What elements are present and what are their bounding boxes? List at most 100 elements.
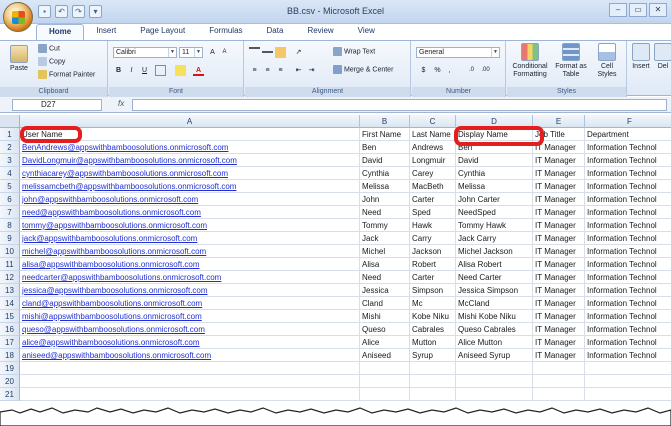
table-cell[interactable]: Information Technol xyxy=(585,336,671,349)
borders-icon[interactable] xyxy=(155,65,166,76)
maximize-button[interactable]: ▭ xyxy=(629,3,647,17)
email-link-cell[interactable]: melissamcbeth@appswithbamboosolutions.on… xyxy=(20,180,360,193)
table-cell[interactable]: Alice xyxy=(360,336,410,349)
font-color-icon[interactable]: A xyxy=(193,65,204,76)
table-cell[interactable] xyxy=(585,388,671,401)
orientation-icon[interactable]: ↗ xyxy=(293,47,304,58)
table-cell[interactable]: Mishi Kobe Niku xyxy=(456,310,533,323)
table-cell[interactable] xyxy=(20,375,360,388)
number-format-select[interactable]: General ▼ xyxy=(416,47,500,58)
table-cell[interactable]: Jessica xyxy=(360,284,410,297)
table-cell[interactable]: Sped xyxy=(410,206,456,219)
header-cell[interactable]: User Name xyxy=(20,128,360,141)
table-cell[interactable]: Information Technol xyxy=(585,297,671,310)
row-header[interactable]: 5 xyxy=(0,180,20,193)
tab-home[interactable]: Home xyxy=(36,24,85,40)
table-cell[interactable]: Jack xyxy=(360,232,410,245)
table-cell[interactable]: IT Manager xyxy=(533,219,585,232)
table-cell[interactable]: Ben xyxy=(360,141,410,154)
table-cell[interactable]: Information Technol xyxy=(585,258,671,271)
table-cell[interactable]: David xyxy=(360,154,410,167)
column-header-c[interactable]: C xyxy=(410,115,456,128)
table-cell[interactable]: Information Technol xyxy=(585,219,671,232)
tab-page-layout[interactable]: Page Layout xyxy=(128,24,197,40)
table-cell[interactable]: Information Technol xyxy=(585,206,671,219)
table-cell[interactable]: John Carter xyxy=(456,193,533,206)
table-cell[interactable]: Tommy Hawk xyxy=(456,219,533,232)
table-cell[interactable]: Need xyxy=(360,271,410,284)
table-cell[interactable]: IT Manager xyxy=(533,323,585,336)
header-cell[interactable]: First Name xyxy=(360,128,410,141)
row-header[interactable]: 10 xyxy=(0,245,20,258)
row-header[interactable]: 21 xyxy=(0,388,20,401)
table-cell[interactable]: Andrews xyxy=(410,141,456,154)
email-link-cell[interactable]: jack@appswithbamboosolutions.onmicrosoft… xyxy=(20,232,360,245)
header-cell[interactable]: Job Title xyxy=(533,128,585,141)
email-link-cell[interactable]: cland@appswithbamboosolutions.onmicrosof… xyxy=(20,297,360,310)
header-cell[interactable]: Department xyxy=(585,128,671,141)
table-cell[interactable]: Michel xyxy=(360,245,410,258)
email-link-cell[interactable]: alice@appswithbamboosolutions.onmicrosof… xyxy=(20,336,360,349)
font-name-select[interactable]: Calibri ▼ xyxy=(113,47,177,58)
row-header[interactable]: 13 xyxy=(0,284,20,297)
paste-button[interactable]: Paste xyxy=(6,45,32,73)
column-header-a[interactable]: A xyxy=(20,115,360,128)
row-header[interactable]: 3 xyxy=(0,154,20,167)
table-cell[interactable]: Carter xyxy=(410,271,456,284)
table-cell[interactable]: Need xyxy=(360,206,410,219)
row-header[interactable]: 4 xyxy=(0,167,20,180)
percent-button[interactable]: % xyxy=(432,65,443,76)
table-cell[interactable]: Simpson xyxy=(410,284,456,297)
table-cell[interactable]: IT Manager xyxy=(533,258,585,271)
table-cell[interactable]: Information Technol xyxy=(585,349,671,362)
shrink-font-icon[interactable]: A xyxy=(219,47,230,58)
table-cell[interactable]: Alice Mutton xyxy=(456,336,533,349)
table-cell[interactable]: Mc xyxy=(410,297,456,310)
table-cell[interactable]: Information Technol xyxy=(585,284,671,297)
row-header[interactable]: 14 xyxy=(0,297,20,310)
table-cell[interactable]: Mishi xyxy=(360,310,410,323)
table-cell[interactable]: McCland xyxy=(456,297,533,310)
row-header[interactable]: 6 xyxy=(0,193,20,206)
increase-indent-icon[interactable]: ⇥ xyxy=(306,65,317,76)
increase-decimal-icon[interactable]: .0 xyxy=(466,65,477,76)
table-cell[interactable] xyxy=(585,362,671,375)
email-link-cell[interactable]: john@appswithbamboosolutions.onmicrosoft… xyxy=(20,193,360,206)
tab-view[interactable]: View xyxy=(346,24,387,40)
row-header[interactable]: 7 xyxy=(0,206,20,219)
row-header[interactable]: 19 xyxy=(0,362,20,375)
table-cell[interactable] xyxy=(360,375,410,388)
row-header[interactable]: 1 xyxy=(0,128,20,141)
email-link-cell[interactable]: BenAndrews@appswithbamboosolutions.onmic… xyxy=(20,141,360,154)
column-header-b[interactable]: B xyxy=(360,115,410,128)
table-cell[interactable] xyxy=(585,375,671,388)
table-cell[interactable]: IT Manager xyxy=(533,310,585,323)
table-cell[interactable]: Information Technol xyxy=(585,154,671,167)
align-left-icon[interactable]: ≡ xyxy=(249,65,260,76)
row-header[interactable]: 8 xyxy=(0,219,20,232)
table-cell[interactable]: Information Technol xyxy=(585,180,671,193)
table-cell[interactable]: Information Technol xyxy=(585,271,671,284)
table-cell[interactable] xyxy=(533,362,585,375)
row-header[interactable]: 16 xyxy=(0,323,20,336)
table-cell[interactable]: Alisa xyxy=(360,258,410,271)
table-cell[interactable]: IT Manager xyxy=(533,336,585,349)
email-link-cell[interactable]: queso@appswithbamboosolutions.onmicrosof… xyxy=(20,323,360,336)
align-bottom-icon[interactable] xyxy=(275,47,286,58)
cell-styles-button[interactable]: Cell Styles xyxy=(591,43,623,79)
align-center-icon[interactable]: ≡ xyxy=(262,65,273,76)
formula-input[interactable] xyxy=(132,99,667,111)
select-all-corner[interactable] xyxy=(0,115,20,128)
table-cell[interactable]: Aniseed xyxy=(360,349,410,362)
column-header-f[interactable]: F xyxy=(585,115,671,128)
font-size-select[interactable]: 11 ▼ xyxy=(179,47,203,58)
table-cell[interactable]: IT Manager xyxy=(533,245,585,258)
email-link-cell[interactable]: mishi@appswithbamboosolutions.onmicrosof… xyxy=(20,310,360,323)
column-header-e[interactable]: E xyxy=(533,115,585,128)
minimize-button[interactable]: – xyxy=(609,3,627,17)
align-middle-icon[interactable] xyxy=(262,51,273,62)
table-cell[interactable]: MacBeth xyxy=(410,180,456,193)
email-link-cell[interactable]: DavidLongmuir@appswithbamboosolutions.on… xyxy=(20,154,360,167)
table-cell[interactable]: Cabrales xyxy=(410,323,456,336)
email-link-cell[interactable]: need@appswithbamboosolutions.onmicrosoft… xyxy=(20,206,360,219)
